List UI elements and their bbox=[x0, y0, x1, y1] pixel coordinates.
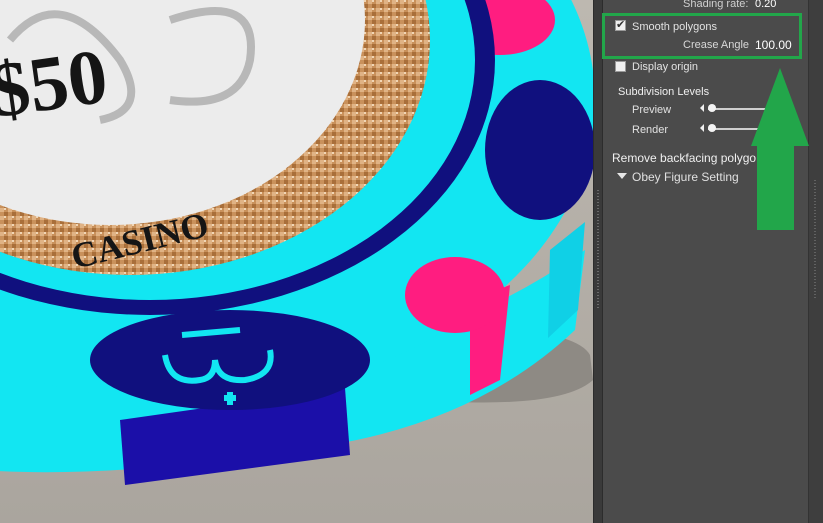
slider-left-arrow-icon[interactable] bbox=[700, 104, 704, 112]
subdivision-levels-title: Subdivision Levels bbox=[618, 86, 710, 98]
remove-backfacing-label: Remove backfacing polygo bbox=[612, 151, 757, 165]
preview-slider-knob[interactable] bbox=[708, 104, 716, 112]
chip-value-text: $50 bbox=[0, 32, 113, 134]
obey-figure-setting-dropdown[interactable]: Obey Figure Setting bbox=[632, 170, 739, 184]
panel-splitter[interactable] bbox=[593, 0, 603, 523]
preview-label: Preview bbox=[632, 104, 672, 116]
shading-rate-label: Shading rate: bbox=[683, 0, 749, 10]
render-slider-knob[interactable] bbox=[708, 124, 716, 132]
display-origin-label: Display origin bbox=[632, 61, 699, 73]
annotation-highlight-box bbox=[602, 13, 802, 59]
triangle-down-icon[interactable] bbox=[617, 173, 627, 179]
slider-left-arrow-icon[interactable] bbox=[700, 124, 704, 132]
poker-chip-render: $50 CASINO bbox=[0, 0, 593, 523]
annotation-arrow-icon bbox=[751, 68, 809, 230]
shading-rate-value[interactable]: 0.20 bbox=[755, 0, 776, 10]
3d-viewport[interactable]: $50 CASINO bbox=[0, 0, 593, 523]
display-origin-checkbox[interactable] bbox=[615, 61, 626, 72]
render-label: Render bbox=[632, 124, 669, 136]
